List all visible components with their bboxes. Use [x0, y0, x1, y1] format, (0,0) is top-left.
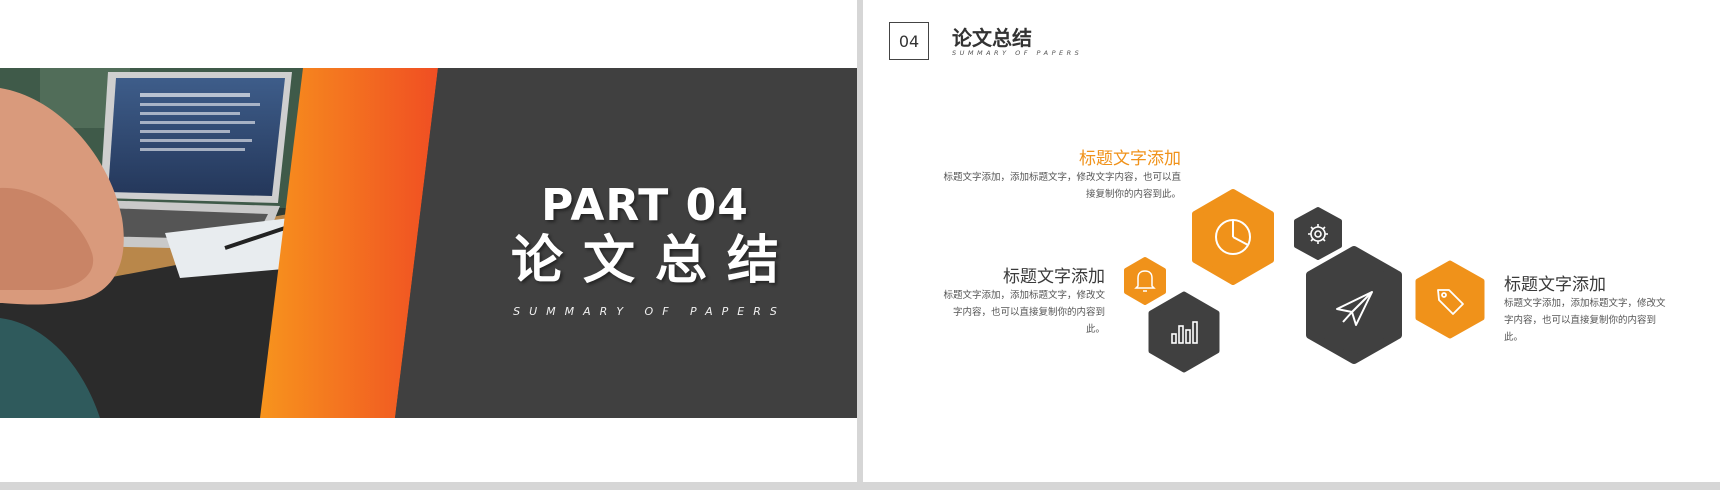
cover-cn-title: 论文总结: [510, 231, 799, 291]
bell-hex: [1124, 257, 1166, 305]
cover-subtitle: SUMMARY OF PAPERS: [513, 305, 786, 318]
cover-title-block: PART 04 论文总结 SUMMARY OF PAPERS: [480, 180, 810, 319]
bar-chart-hex: [1148, 291, 1220, 373]
content-slide: 04 论文总结 SUMMARY OF PAPERS 标题文字添加 标题文字添加，…: [863, 0, 1720, 482]
gear-hex: [1294, 207, 1342, 260]
paper-plane-hex: [1306, 246, 1402, 364]
cover-slide: PART 04 论文总结 SUMMARY OF PAPERS: [0, 0, 857, 482]
hexagon-cluster: [1124, 189, 1485, 373]
pie-chart-hex: [1192, 189, 1274, 285]
cover-part-title: PART 04: [541, 180, 749, 231]
tag-hex: [1415, 260, 1485, 339]
